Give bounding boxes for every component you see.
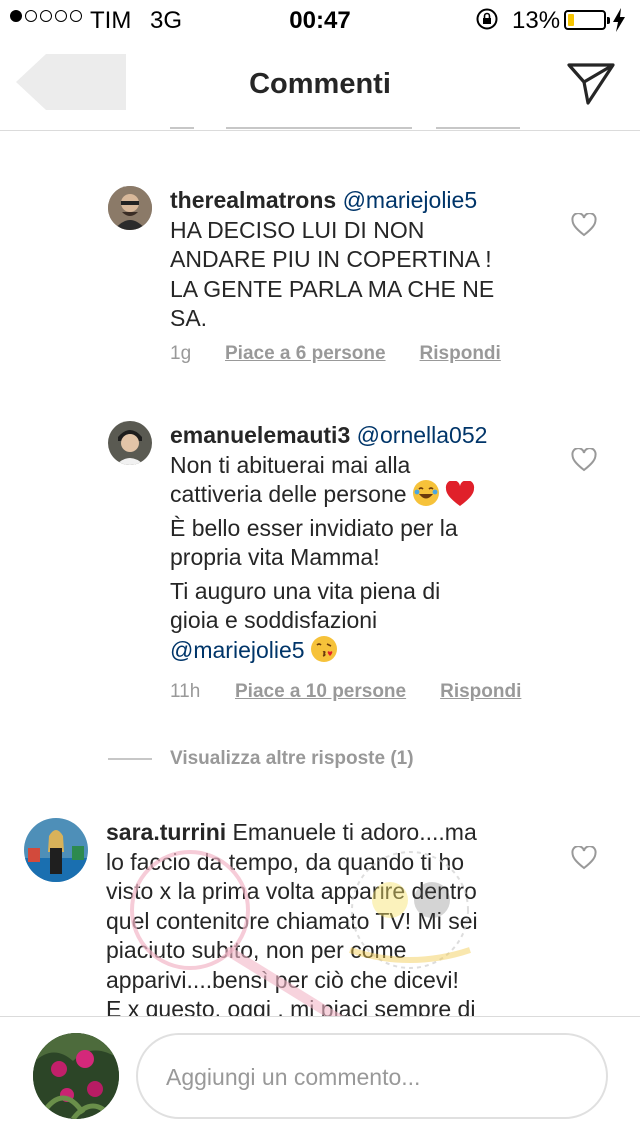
heart-icon[interactable]	[571, 846, 597, 870]
comment-username[interactable]: sara.turrini	[106, 819, 226, 845]
comment-line: ANDARE PIU IN COPERTINA !	[170, 246, 492, 272]
comment-line: LA GENTE PARLA MA CHE NE	[170, 275, 495, 302]
comment-line: È bello esser invidiato per la	[170, 514, 458, 541]
comment-line: gioia e soddisfazioni	[170, 607, 378, 633]
battery-icon	[564, 10, 610, 30]
comment-line: lo faccio da tempo, da quando ti ho	[106, 848, 465, 875]
avatar[interactable]	[24, 818, 88, 882]
red-heart-icon	[446, 480, 475, 506]
likes-link[interactable]: Piace a 6 persone	[225, 343, 386, 365]
scrolled-row-fragment	[170, 127, 194, 129]
battery-percent: 13%	[512, 7, 561, 34]
laughing-emoji-icon	[412, 480, 439, 506]
scrolled-row-fragment	[436, 127, 520, 129]
comment-line: piaciuto subito, non per come	[106, 937, 407, 963]
page-title: Commenti	[249, 68, 391, 100]
comment-line: Non ti abituerai mai alla	[170, 451, 411, 478]
comment-line: Emanuele ti adoro....ma	[232, 819, 477, 845]
comment-time: 11h	[170, 681, 201, 702]
heart-icon[interactable]	[571, 448, 597, 472]
my-avatar	[33, 1033, 119, 1119]
rotation-lock-icon	[476, 8, 498, 30]
view-more-replies-label: Visualizza altre risposte (1)	[170, 748, 414, 769]
charging-bolt-icon	[613, 8, 625, 32]
comment-line: visto x la prima volta apparire dentro	[106, 878, 477, 904]
nav-header: Commenti	[0, 40, 640, 131]
comment-username[interactable]: emanuelemauti3	[170, 422, 350, 448]
scrolled-row-fragment	[226, 127, 412, 129]
kiss-emoji-icon	[310, 635, 337, 662]
avatar[interactable]	[108, 186, 152, 230]
comment-meta: 1g Piace a 6 persone Rispondi	[170, 343, 501, 365]
likes-link[interactable]: Piace a 10 persone	[235, 681, 406, 703]
reply-button[interactable]: Rispondi	[420, 343, 501, 365]
comment-line: quel contenitore chiamato TV! Mi sei	[106, 907, 478, 934]
comment-line: apparivi....bensì per ciò che dicevi!	[106, 966, 459, 993]
comment-meta: 11h Piace a 10 persone Rispondi	[170, 681, 521, 703]
comment-mention[interactable]: @mariejolie5	[343, 187, 478, 213]
comment-mention[interactable]: @mariejolie5	[170, 637, 305, 663]
comment-text: therealmatrons @mariejolie5 HA DECISO LU…	[170, 186, 550, 334]
avatar[interactable]	[108, 421, 152, 465]
heart-icon[interactable]	[571, 213, 597, 237]
comment-input[interactable]	[164, 1035, 588, 1119]
comment-text: emanuelemauti3 @ornella052 Non ti abitue…	[170, 421, 560, 665]
view-more-replies-button[interactable]: Visualizza altre risposte (1)	[108, 748, 414, 770]
send-icon[interactable]	[566, 60, 616, 106]
comment-text: sara.turrini Emanuele ti adoro....ma lo …	[106, 818, 546, 1025]
comment-mention[interactable]: @ornella052	[357, 422, 488, 448]
comment-line: SA.	[170, 305, 208, 331]
comment-line: propria vita Mamma!	[170, 544, 380, 570]
comment-line: Ti auguro una vita piena di	[170, 577, 441, 604]
comment-line: HA DECISO LUI DI NON	[170, 216, 425, 243]
divider	[108, 758, 152, 760]
comment-input-wrapper	[136, 1033, 608, 1119]
comment-line: cattiveria delle persone	[170, 481, 407, 507]
comment-username[interactable]: therealmatrons	[170, 187, 336, 213]
status-bar: TIM 3G 00:47 13%	[0, 0, 640, 40]
comment-time: 1g	[170, 343, 192, 364]
reply-button[interactable]: Rispondi	[440, 681, 521, 703]
